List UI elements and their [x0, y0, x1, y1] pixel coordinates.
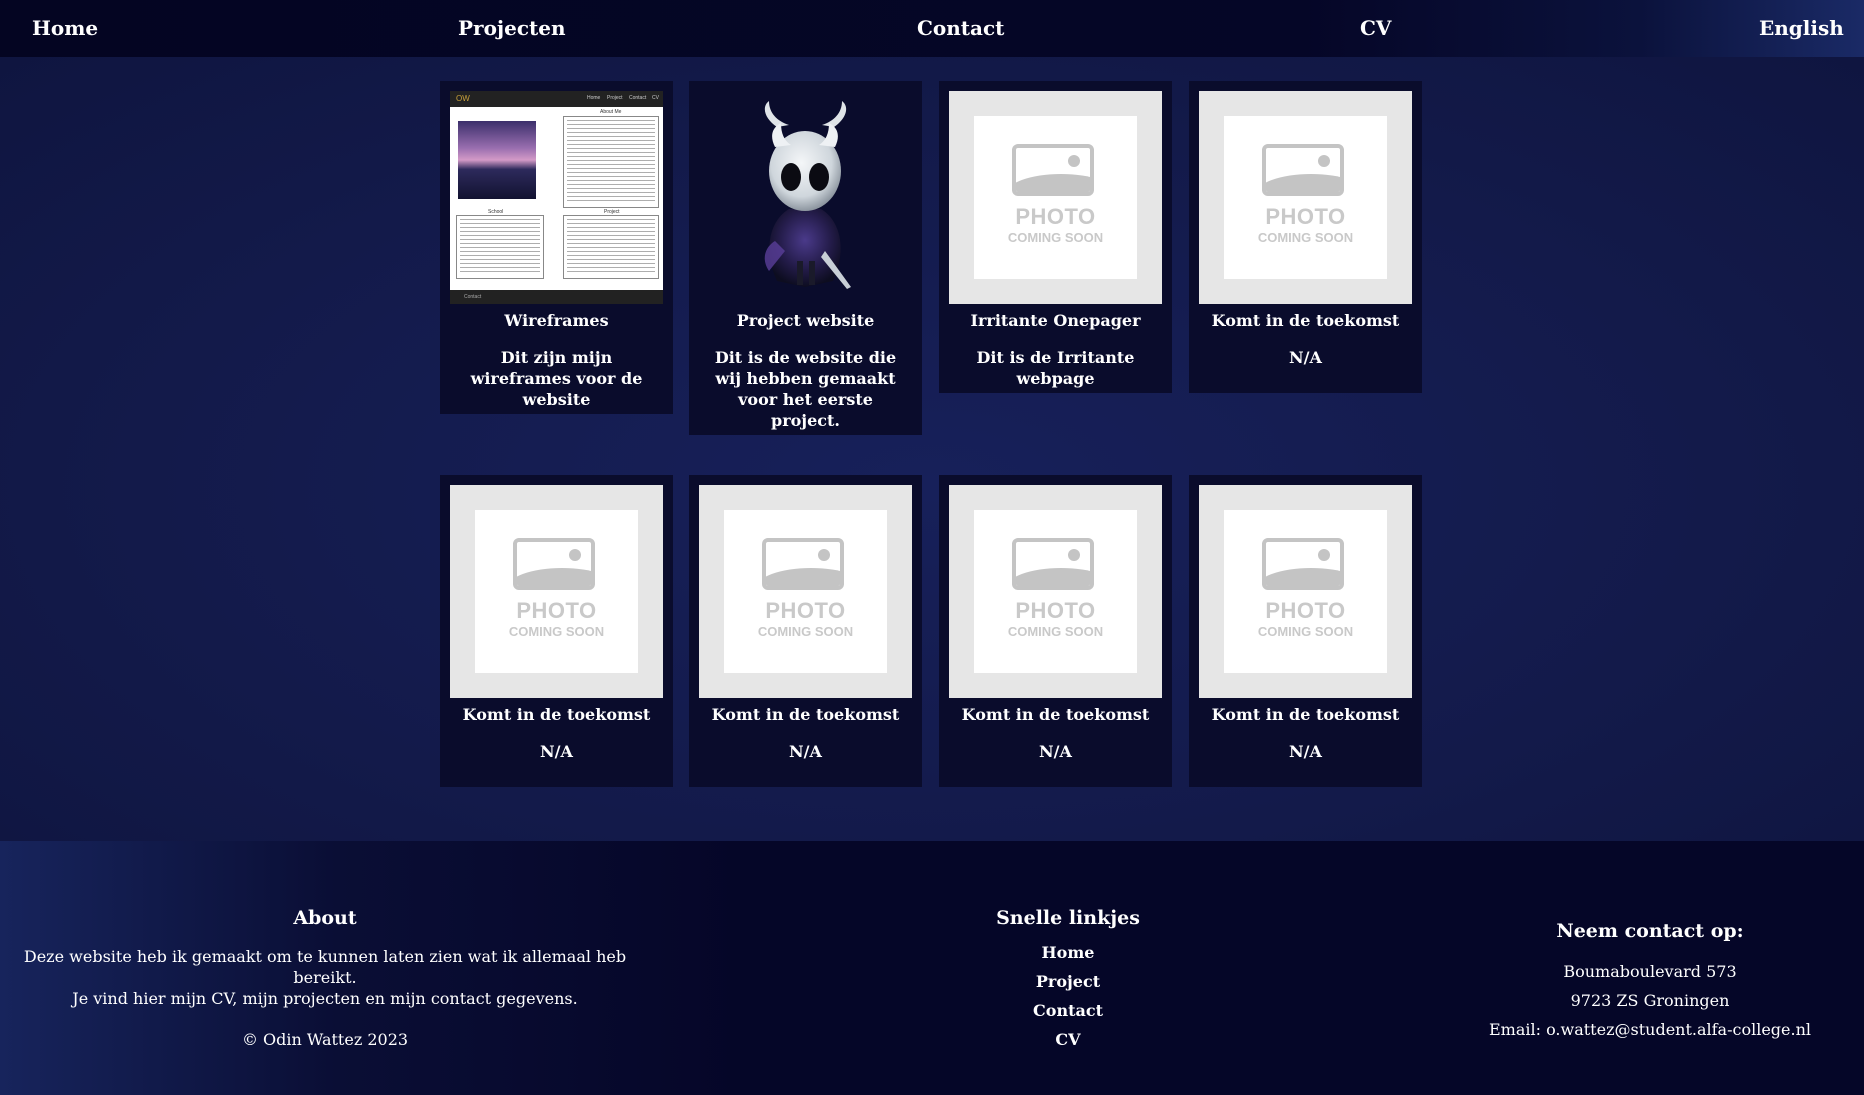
- project-card-future[interactable]: PHOTO COMING SOON Komt in de toekomst N/…: [689, 475, 922, 787]
- card-title: Irritante Onepager: [970, 311, 1141, 330]
- footer-link-contact[interactable]: Contact: [868, 996, 1268, 1025]
- wireframe-landscape-photo: [458, 121, 536, 199]
- placeholder-coming-soon-text: COMING SOON: [508, 624, 605, 639]
- footer-quick-links-heading: Snelle linkjes: [996, 907, 1140, 929]
- card-description: N/A: [1039, 742, 1072, 761]
- project-card-future[interactable]: PHOTO COMING SOON Komt in de toekomst N/…: [1189, 81, 1422, 393]
- wireframe-footer: Contact: [450, 290, 663, 304]
- card-title: Komt in de toekomst: [711, 705, 900, 724]
- card-description: N/A: [540, 742, 573, 761]
- image-placeholder-icon: [513, 538, 595, 590]
- image-placeholder-icon: [1262, 538, 1344, 590]
- placeholder-coming-soon-text: COMING SOON: [1257, 624, 1354, 639]
- card-title: Project website: [736, 311, 875, 330]
- footer-contact-street: Boumaboulevard 573: [1563, 962, 1737, 981]
- placeholder-photo-text: PHOTO: [516, 598, 597, 623]
- nav-language-link[interactable]: English: [1759, 16, 1844, 40]
- project-card-future[interactable]: PHOTO COMING SOON Komt in de toekomst N/…: [1189, 475, 1422, 787]
- nav-contact-link[interactable]: Contact: [917, 16, 1004, 40]
- footer-contact-city: 9723 ZS Groningen: [1570, 991, 1730, 1010]
- wireframe-link: Contact: [629, 95, 647, 101]
- image-placeholder-icon: [1262, 144, 1344, 196]
- wireframe-screenshot-image: OW Home Project Contact CV About Me Scho…: [450, 91, 663, 304]
- footer-about: About Deze website heb ik gemaakt om te …: [0, 906, 650, 1050]
- footer-link-cv[interactable]: CV: [868, 1025, 1268, 1054]
- card-title: Komt in de toekomst: [462, 705, 651, 724]
- photo-coming-soon-image: PHOTO COMING SOON: [1199, 91, 1412, 304]
- placeholder-coming-soon-text: COMING SOON: [1007, 230, 1104, 245]
- project-card-wireframes[interactable]: OW Home Project Contact CV About Me Scho…: [440, 81, 673, 414]
- placeholder-photo-text: PHOTO: [1015, 598, 1096, 623]
- placeholder-photo-text: PHOTO: [1015, 204, 1096, 229]
- photo-coming-soon-image: PHOTO COMING SOON: [450, 485, 663, 698]
- placeholder-coming-soon-text: COMING SOON: [1007, 624, 1104, 639]
- photo-coming-soon-image: PHOTO COMING SOON: [949, 485, 1162, 698]
- card-description: N/A: [1289, 742, 1322, 761]
- footer-copyright: © Odin Wattez 2023: [241, 1030, 409, 1049]
- footer-contact: Neem contact op: Boumaboulevard 573 9723…: [1450, 919, 1850, 1044]
- project-card-onepager[interactable]: PHOTO COMING SOON Irritante Onepager Dit…: [939, 81, 1172, 393]
- footer-contact-heading: Neem contact op:: [1556, 920, 1744, 942]
- wireframe-link: Home: [587, 95, 601, 101]
- project-card-future[interactable]: PHOTO COMING SOON Komt in de toekomst N/…: [440, 475, 673, 787]
- site-footer: About Deze website heb ik gemaakt om te …: [0, 841, 1864, 1095]
- image-placeholder-icon: [1012, 538, 1094, 590]
- wireframe-about-box: [563, 116, 659, 208]
- photo-coming-soon-image: PHOTO COMING SOON: [1199, 485, 1412, 698]
- card-description: N/A: [789, 742, 822, 761]
- card-description: Dit is de Irritante webpage: [976, 348, 1135, 388]
- nav-projects-link[interactable]: Projecten: [458, 16, 566, 40]
- knight-figure-icon: [764, 101, 851, 289]
- image-placeholder-icon: [762, 538, 844, 590]
- projects-grid: OW Home Project Contact CV About Me Scho…: [0, 57, 1864, 841]
- footer-link-home[interactable]: Home: [868, 938, 1268, 967]
- card-title: Wireframes: [504, 311, 609, 330]
- footer-about-text-line1: Deze website heb ik gemaakt om te kunnen…: [23, 947, 627, 987]
- card-description: Dit is de website die wij hebben gemaakt…: [714, 348, 897, 430]
- wireframe-link: CV: [652, 95, 659, 101]
- image-placeholder-icon: [1012, 144, 1094, 196]
- top-nav: Home Projecten Contact CV English: [0, 0, 1864, 57]
- placeholder-coming-soon-text: COMING SOON: [1257, 230, 1354, 245]
- footer-about-heading: About: [293, 907, 357, 929]
- project-card-website[interactable]: Project website Dit is de website die wi…: [689, 81, 922, 435]
- project-card-future[interactable]: PHOTO COMING SOON Komt in de toekomst N/…: [939, 475, 1172, 787]
- footer-contact-email[interactable]: Email: o.wattez@student.alfa-college.nl: [1450, 1015, 1850, 1044]
- wireframe-project-box: [563, 215, 659, 279]
- card-title: Komt in de toekomst: [961, 705, 1150, 724]
- wireframe-about-label: About Me: [600, 109, 622, 115]
- card-description: Dit zijn mijn wireframes voor de website: [470, 348, 643, 409]
- placeholder-photo-text: PHOTO: [1265, 598, 1346, 623]
- nav-home-link[interactable]: Home: [32, 16, 98, 40]
- photo-coming-soon-image: PHOTO COMING SOON: [949, 91, 1162, 304]
- footer-quick-links: Snelle linkjes Home Project Contact CV: [868, 906, 1268, 1054]
- wireframe-navbar: OW Home Project Contact CV: [450, 91, 663, 107]
- card-title: Komt in de toekomst: [1211, 705, 1400, 724]
- wireframe-logo: OW: [456, 94, 470, 103]
- card-description: N/A: [1289, 348, 1322, 367]
- hollow-knight-figure-image: [699, 91, 912, 304]
- placeholder-coming-soon-text: COMING SOON: [757, 624, 854, 639]
- footer-link-project[interactable]: Project: [868, 967, 1268, 996]
- footer-about-text-line2: Je vind hier mijn CV, mijn projecten en …: [72, 989, 578, 1008]
- wireframe-link: Project: [607, 95, 623, 101]
- nav-cv-link[interactable]: CV: [1360, 16, 1391, 40]
- wireframe-school-box: [456, 215, 544, 279]
- wireframe-footer-label: Contact: [464, 294, 482, 300]
- placeholder-photo-text: PHOTO: [765, 598, 846, 623]
- card-title: Komt in de toekomst: [1211, 311, 1400, 330]
- placeholder-photo-text: PHOTO: [1265, 204, 1346, 229]
- photo-coming-soon-image: PHOTO COMING SOON: [699, 485, 912, 698]
